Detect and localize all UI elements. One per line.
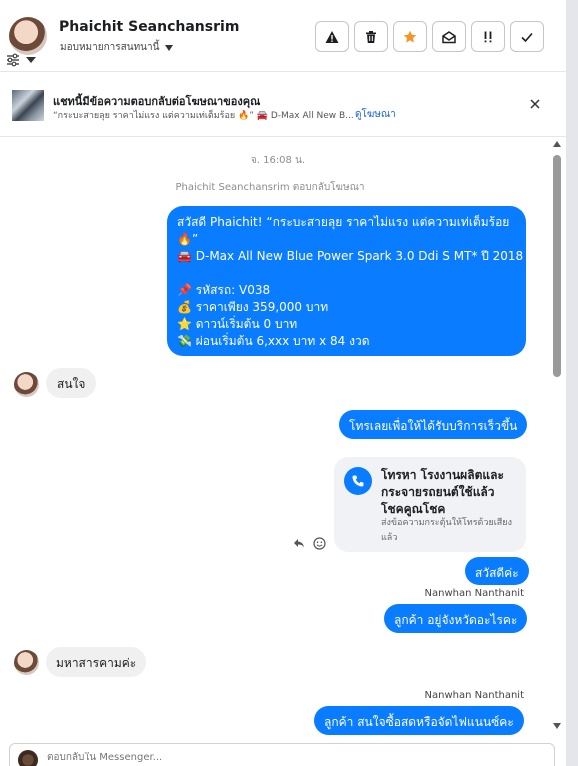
- contact-avatar-small[interactable]: [14, 372, 39, 397]
- outgoing-message[interactable]: ลูกค้า อยู่จังหวัดอะไรคะ: [384, 604, 528, 633]
- emoji-react-icon[interactable]: [313, 537, 326, 550]
- incoming-message[interactable]: สนใจ: [46, 368, 97, 398]
- message-line: 💸 ผ่อนเริ่มต้น 6,xxx บาท x 84 งวด: [177, 334, 370, 348]
- call-card-title: โทรหา โรงงานผลิตและกระจายรถยนต์ใช้แล้ว โ…: [381, 468, 504, 516]
- scroll-down-icon[interactable]: [553, 722, 561, 730]
- phone-icon: [344, 467, 372, 495]
- ad-greeting-message[interactable]: สวัสดี Phaichit! “กระบะสายลุย ราคาไม่แรง…: [167, 206, 526, 356]
- assign-conversation-dropdown[interactable]: มอบหมายการสนทนานี้: [60, 40, 174, 55]
- filter-icon[interactable]: [6, 53, 20, 67]
- scrollbar-thumb[interactable]: [553, 155, 561, 377]
- outgoing-message[interactable]: โทรเลยเพื่อให้ได้รับบริการเร็วขึ้น: [339, 410, 528, 439]
- trash-icon: [366, 30, 376, 43]
- mark-as-read-button[interactable]: [432, 21, 466, 52]
- star-button[interactable]: [393, 21, 427, 52]
- messenger-conversation-panel: Phaichit Seanchansrim มอบหมายการสนทนานี้: [0, 0, 578, 766]
- ad-reply-banner: แชทนี้มีข้อความตอบกลับต่อโฆษณาของคุณ “กร…: [0, 73, 566, 137]
- mark-read-icon: [442, 30, 456, 43]
- check-icon: [521, 32, 533, 42]
- agent-avatar: [18, 750, 38, 766]
- message-line-blank: [177, 265, 516, 282]
- message-line: ⭐ ดาวน์เริ่มต้น 0 บาท: [177, 317, 298, 331]
- delete-button[interactable]: [354, 21, 388, 52]
- close-icon[interactable]: [528, 97, 542, 111]
- message-line: 🚘 D-Max All New Blue Power Spark 3.0 Ddi…: [177, 249, 524, 263]
- contact-avatar-small[interactable]: [14, 650, 39, 675]
- mark-spam-button[interactable]: [315, 21, 349, 52]
- ad-thumbnail[interactable]: [12, 90, 44, 121]
- message-line: 💰 ราคาเพียง 359,000 บาท: [177, 300, 329, 314]
- call-card-subtitle: ส่งข้อความกระตุ้นให้โทรด้วยเสียงแล้ว: [381, 518, 512, 543]
- message-line: 📌 รหัสรถ: V038: [177, 283, 271, 297]
- contact-avatar[interactable]: [9, 17, 47, 55]
- important-icon: [484, 31, 492, 42]
- mark-important-button[interactable]: [471, 21, 505, 52]
- view-ad-link[interactable]: ดูโฆษณา: [355, 107, 396, 122]
- message-line: 🔥”: [177, 232, 199, 246]
- conversation-toolbar: [315, 21, 544, 52]
- chevron-down-icon[interactable]: [25, 55, 37, 65]
- agent-name: Nanwhan Nanthanit: [424, 588, 524, 599]
- agent-name: Nanwhan Nanthanit: [424, 690, 524, 701]
- call-request-card[interactable]: โทรหา โรงงานผลิตและกระจายรถยนต์ใช้แล้ว โ…: [334, 457, 526, 552]
- reply-input[interactable]: [47, 752, 527, 763]
- assign-label: มอบหมายการสนทนานี้: [60, 42, 160, 53]
- scroll-up-icon[interactable]: [553, 140, 561, 148]
- message-composer: [9, 743, 555, 766]
- message-line: สวัสดี Phaichit! “กระบะสายลุย ราคาไม่แรง…: [177, 215, 510, 229]
- mark-done-button[interactable]: [510, 21, 544, 52]
- message-timestamp: จ. 16:08 น.: [250, 155, 306, 166]
- chevron-down-icon: [165, 44, 174, 51]
- outgoing-message[interactable]: สวัสดีค่ะ: [465, 557, 529, 585]
- conversation-header: Phaichit Seanchansrim มอบหมายการสนทนานี้: [0, 0, 566, 72]
- side-panel-edge: [566, 0, 578, 766]
- message-actions: [293, 537, 326, 550]
- incoming-message[interactable]: มหาสารคามค่ะ: [46, 647, 147, 677]
- warning-icon: [325, 30, 339, 43]
- star-icon: [403, 30, 417, 43]
- reply-icon[interactable]: [293, 537, 305, 549]
- ad-preview-text: “กระบะสายลุย ราคาไม่แรง แต่ความเท่เต็มร้…: [53, 111, 354, 121]
- contact-name: Phaichit Seanchansrim: [59, 19, 240, 35]
- ad-reply-note: Phaichit Seanchansrim ตอบกลับโฆษณา: [175, 182, 365, 193]
- outgoing-message[interactable]: ลูกค้า สนใจซื้อสดหรือจัดไฟแนนซ์คะ: [314, 706, 524, 735]
